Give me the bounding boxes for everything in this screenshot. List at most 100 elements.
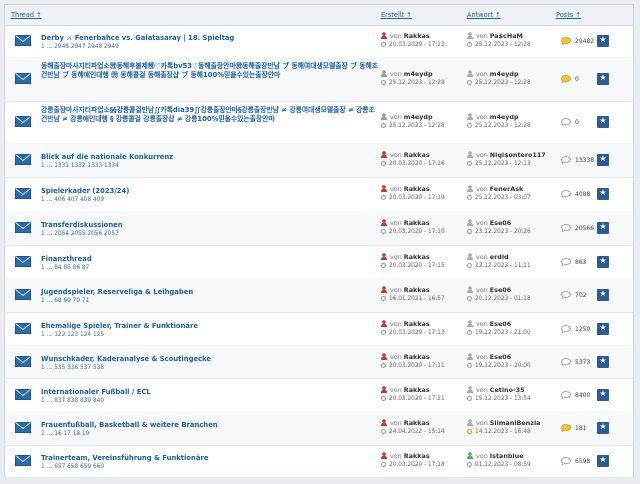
- thread-envelope-icon[interactable]: [15, 256, 31, 267]
- page-link[interactable]: 123: [67, 332, 78, 338]
- page-link[interactable]: 406: [54, 197, 65, 203]
- thread-envelope-icon[interactable]: [15, 389, 31, 400]
- thread-envelope-icon[interactable]: [15, 73, 31, 84]
- page-link[interactable]: 85: [63, 265, 70, 271]
- page-link[interactable]: 658: [67, 464, 78, 470]
- page-link[interactable]: 659: [80, 464, 91, 470]
- page-link[interactable]: 1: [41, 197, 45, 203]
- page-link[interactable]: 70: [73, 298, 80, 304]
- thread-title-link[interactable]: Ehemalige Spieler, Trainer & Funktionäre: [41, 322, 371, 331]
- creator-name-link[interactable]: m4eydp: [404, 113, 433, 121]
- creator-name-link[interactable]: Rakkas: [404, 353, 430, 361]
- thread-envelope-icon[interactable]: [15, 455, 31, 466]
- creator-name-link[interactable]: Rakkas: [404, 253, 430, 261]
- thread-title-link[interactable]: 동해출장마사지티파업소㊘동해후불제㊕♡카톡bv53♡동해출장안마㊘동해출장만남 …: [41, 62, 379, 80]
- page-link[interactable]: 1332: [71, 163, 86, 169]
- page-link[interactable]: 838: [67, 398, 78, 404]
- page-link[interactable]: 125: [93, 332, 104, 338]
- replier-name-link[interactable]: SlimaniBenzia: [490, 419, 541, 427]
- thread-envelope-icon[interactable]: [15, 154, 31, 165]
- bookmark-star-button[interactable]: ★: [597, 356, 609, 368]
- thread-title-link[interactable]: Derby ⚔ Fenerbahce vs. Galatasaray | 18.…: [41, 34, 371, 43]
- page-link[interactable]: 17: [63, 431, 70, 437]
- page-link[interactable]: 19: [82, 431, 89, 437]
- creator-name-link[interactable]: Rakkas: [404, 185, 430, 193]
- thread-title-link[interactable]: Trainerteam, Vereinsführung & Funktionär…: [41, 454, 371, 463]
- thread-title-link[interactable]: Jugendspieler, Reserveliga & Leihgaben: [41, 288, 371, 297]
- replier-name-link[interactable]: erdid: [490, 253, 509, 261]
- page-link[interactable]: 68: [54, 298, 61, 304]
- replier-name-link[interactable]: Ese06: [490, 286, 511, 294]
- creator-name-link[interactable]: Rakkas: [404, 151, 430, 159]
- page-link[interactable]: 87: [82, 265, 89, 271]
- creator-name-link[interactable]: Rakkas: [404, 219, 430, 227]
- creator-name-link[interactable]: Rakkas: [404, 320, 430, 328]
- sort-antwort-link[interactable]: Antwort ↑: [467, 11, 501, 19]
- page-link[interactable]: 16: [54, 431, 61, 437]
- replier-name-link[interactable]: Cetino-35: [490, 386, 525, 394]
- replier-name-link[interactable]: m4eydp: [490, 70, 519, 78]
- page-link[interactable]: 839: [80, 398, 91, 404]
- page-link[interactable]: 660: [93, 464, 104, 470]
- page-link[interactable]: 1334: [104, 163, 119, 169]
- page-link[interactable]: 2054: [54, 231, 69, 237]
- thread-title-link[interactable]: Wunschkader, Kaderanalyse & Scoutingecke: [41, 355, 371, 364]
- page-link[interactable]: 1: [41, 298, 45, 304]
- thread-title-link[interactable]: Frauenfußball, Basketball & weitere Bran…: [41, 421, 371, 430]
- bookmark-star-button[interactable]: ★: [597, 389, 609, 401]
- bookmark-star-button[interactable]: ★: [597, 455, 609, 467]
- replier-name-link[interactable]: Ese06: [490, 353, 511, 361]
- page-link[interactable]: 2055: [71, 231, 86, 237]
- page-link[interactable]: 1: [41, 265, 45, 271]
- page-link[interactable]: 1: [41, 365, 45, 371]
- thread-envelope-icon[interactable]: [15, 422, 31, 433]
- replier-name-link[interactable]: Istanblue: [490, 452, 524, 460]
- bookmark-star-button[interactable]: ★: [597, 422, 609, 434]
- sort-thread-link[interactable]: Thread ↑: [11, 11, 42, 19]
- page-link[interactable]: 1: [41, 163, 45, 169]
- replier-name-link[interactable]: Pa$cHaM: [490, 32, 523, 40]
- thread-title-link[interactable]: Finanzthread: [41, 255, 371, 264]
- sort-erstellt-link[interactable]: Erstellt ↑: [381, 11, 412, 19]
- page-link[interactable]: 122: [54, 332, 65, 338]
- thread-envelope-icon[interactable]: [15, 323, 31, 334]
- page-link[interactable]: 69: [63, 298, 70, 304]
- page-link[interactable]: 535: [54, 365, 65, 371]
- sort-posts-link[interactable]: Posts ↑: [556, 11, 581, 19]
- thread-envelope-icon[interactable]: [15, 289, 31, 300]
- bookmark-star-button[interactable]: ★: [597, 116, 609, 128]
- bookmark-star-button[interactable]: ★: [597, 289, 609, 301]
- replier-name-link[interactable]: Ese06: [490, 320, 511, 328]
- page-link[interactable]: 18: [73, 431, 80, 437]
- replier-name-link[interactable]: Ese06: [490, 219, 511, 227]
- replier-name-link[interactable]: Niqi$ontero117: [490, 151, 546, 159]
- page-link[interactable]: 1: [41, 44, 45, 50]
- creator-name-link[interactable]: Rakkas: [404, 419, 430, 427]
- page-link[interactable]: 1333: [87, 163, 102, 169]
- page-link[interactable]: 2948: [87, 44, 102, 50]
- bookmark-star-button[interactable]: ★: [597, 188, 609, 200]
- page-link[interactable]: 840: [93, 398, 104, 404]
- bookmark-star-button[interactable]: ★: [597, 73, 609, 85]
- page-link[interactable]: 2057: [104, 231, 119, 237]
- page-link[interactable]: 837: [54, 398, 65, 404]
- creator-name-link[interactable]: Rakkas: [404, 32, 430, 40]
- thread-envelope-icon[interactable]: [15, 222, 31, 233]
- page-link[interactable]: 1: [41, 231, 45, 237]
- page-link[interactable]: 1331: [54, 163, 69, 169]
- page-link[interactable]: 124: [80, 332, 91, 338]
- page-link[interactable]: 408: [80, 197, 91, 203]
- creator-name-link[interactable]: Rakkas: [404, 386, 430, 394]
- bookmark-star-button[interactable]: ★: [597, 35, 609, 47]
- page-link[interactable]: 2056: [87, 231, 102, 237]
- thread-envelope-icon[interactable]: [15, 35, 31, 46]
- thread-envelope-icon[interactable]: [15, 116, 31, 127]
- creator-name-link[interactable]: m4eydp: [404, 70, 433, 78]
- bookmark-star-button[interactable]: ★: [597, 154, 609, 166]
- page-link[interactable]: 1: [41, 332, 45, 338]
- thread-envelope-icon[interactable]: [15, 188, 31, 199]
- thread-envelope-icon[interactable]: [15, 356, 31, 367]
- replier-name-link[interactable]: m4eydp: [490, 113, 519, 121]
- replier-name-link[interactable]: FenerAsk: [490, 185, 523, 193]
- thread-title-link[interactable]: Blick auf die nationale Konkurrenz: [41, 153, 371, 162]
